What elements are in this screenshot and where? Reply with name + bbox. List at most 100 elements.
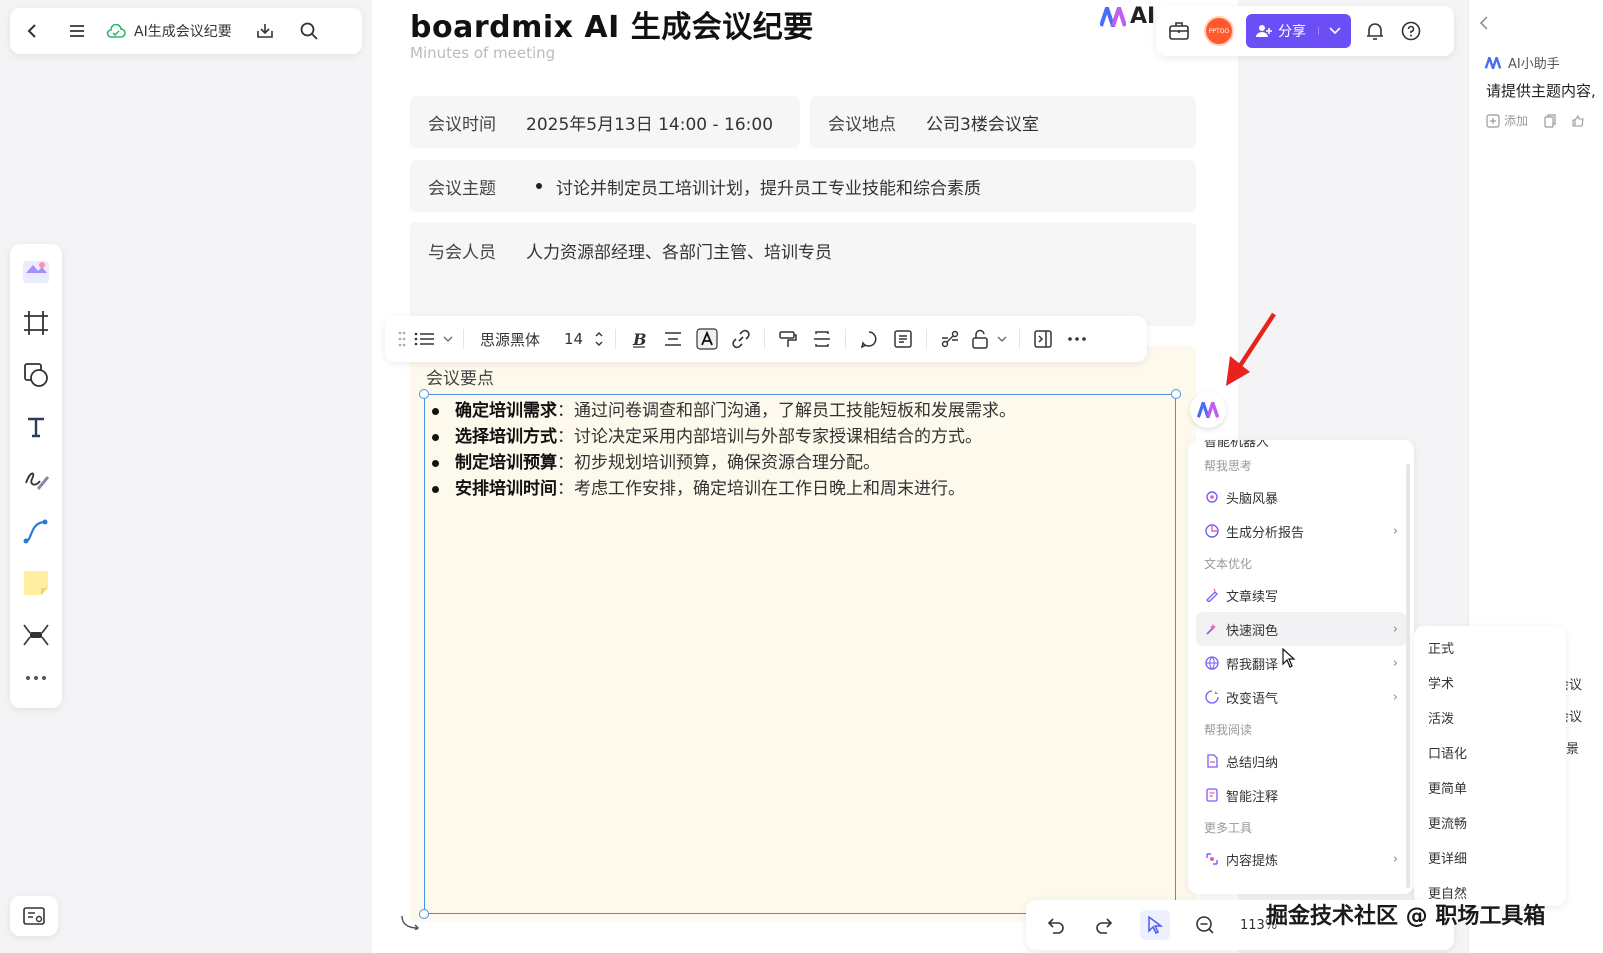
chevron-down-icon[interactable] (1318, 27, 1341, 35)
select-tool-icon[interactable] (1140, 910, 1170, 940)
menu-item-polish[interactable]: 快速润色 › (1196, 612, 1406, 646)
menu-scrollbar[interactable] (1406, 464, 1410, 888)
minimap-button[interactable] (10, 896, 58, 936)
menu-item-continue[interactable]: 文章续写 (1196, 578, 1406, 612)
shape-icon[interactable] (17, 356, 55, 394)
menu-item-label: 快速润色 (1226, 623, 1279, 639)
divider (926, 329, 928, 349)
submenu-item-formal[interactable]: 正式 (1414, 630, 1566, 665)
drag-handle-icon[interactable] (393, 322, 411, 356)
share-button[interactable]: 分享 (1246, 14, 1351, 48)
comment-icon[interactable] (852, 322, 886, 356)
menu-group-more: 更多工具 (1204, 820, 1253, 835)
divider (615, 329, 617, 349)
menu-item-annotate[interactable]: 智能注释 (1196, 778, 1406, 812)
redo-icon[interactable] (1090, 910, 1120, 940)
item-heading: 安排培训时间 (455, 479, 557, 499)
bell-icon[interactable] (1363, 19, 1387, 43)
suggestion-chip[interactable]: 景 (1566, 738, 1579, 757)
submenu-item-colloquial[interactable]: 口语化 (1414, 735, 1566, 770)
submenu-item-academic[interactable]: 学术 (1414, 665, 1566, 700)
menu-item-analysis[interactable]: 生成分析报告 › (1196, 514, 1406, 548)
meeting-time-field[interactable]: 会议时间 2025年5月13日 14:00 - 16:00 (410, 96, 800, 148)
pen-icon[interactable] (17, 460, 55, 498)
meeting-place-field[interactable]: 会议地点 公司3楼会议室 (810, 96, 1196, 148)
attendees-field[interactable]: 与会人员 人力资源部经理、各部门主管、培训专员 (410, 222, 1196, 326)
submenu-item-detailed[interactable]: 更详细 (1414, 840, 1566, 875)
chevron-left-icon[interactable] (1478, 16, 1490, 30)
note-icon[interactable] (886, 322, 920, 356)
connect-icon[interactable] (933, 322, 967, 356)
menu-icon[interactable] (62, 16, 92, 46)
download-icon[interactable] (250, 16, 280, 46)
ai-action-menu: 智能机器人 帮我思考 头脑风暴 生成分析报告 › 文本优化 文章续写 快速润色 … (1188, 440, 1414, 894)
like-icon[interactable] (1572, 114, 1584, 127)
bullet (432, 459, 439, 467)
bullet (536, 183, 542, 189)
item-sep: ： (557, 427, 574, 447)
watermark: 掘金技术社区 @ 职场工具箱 (1266, 904, 1546, 929)
strikethrough-icon[interactable] (805, 322, 839, 356)
tone-icon (1204, 689, 1220, 705)
menu-item-brainstorm[interactable]: 头脑风暴 (1196, 480, 1406, 514)
ai-float-button[interactable] (1190, 392, 1226, 428)
lock-icon[interactable] (967, 322, 1013, 356)
rotate-icon[interactable] (400, 914, 420, 930)
text-tool-icon[interactable] (17, 408, 55, 446)
left-toolbar (10, 244, 62, 708)
format-painter-icon[interactable] (771, 322, 805, 356)
assistant-name: AI小助手 (1508, 57, 1560, 72)
pen-icon (1204, 587, 1220, 603)
menu-group-text: 文本优化 (1204, 556, 1253, 571)
page-title: boardmix AI 生成会议纪要 (410, 10, 814, 45)
selection-handle[interactable] (419, 389, 429, 399)
svg-text:B: B (632, 330, 646, 348)
field-label: 与会人员 (428, 243, 496, 263)
menu-item-robot[interactable]: 智能机器人 (1196, 440, 1406, 450)
font-family-select[interactable]: 思源黑体 (470, 329, 550, 350)
more-icon[interactable] (17, 668, 55, 688)
submenu-item-smoother[interactable]: 更流畅 (1414, 805, 1566, 840)
selection-handle[interactable] (419, 909, 429, 919)
menu-item-translate[interactable]: 帮我翻译 › (1196, 646, 1406, 680)
meeting-topic-field[interactable]: 会议主题 讨论并制定员工培训计划，提升员工专业技能和综合素质 (410, 160, 1196, 212)
divider (1019, 329, 1021, 349)
mindmap-icon[interactable] (17, 616, 55, 654)
bullet (432, 433, 439, 441)
collapse-panel-icon[interactable] (1026, 322, 1060, 356)
list-format-icon[interactable] (411, 322, 457, 356)
add-action[interactable]: 添加 (1486, 112, 1528, 129)
search-icon[interactable] (294, 16, 324, 46)
frame-icon[interactable] (17, 304, 55, 342)
item-sep: ： (557, 453, 574, 473)
back-icon[interactable] (18, 16, 48, 46)
size-stepper-icon[interactable] (589, 322, 609, 356)
sticky-note-icon[interactable] (17, 564, 55, 602)
submenu-item-simpler[interactable]: 更简单 (1414, 770, 1566, 805)
font-size-input[interactable]: 14 (550, 330, 589, 348)
link-icon[interactable] (724, 322, 758, 356)
item-text: 考虑工作安排，确定培训在工作日晚上和周末进行。 (574, 479, 965, 499)
bold-icon[interactable]: B (622, 322, 656, 356)
more-options-icon[interactable] (1060, 322, 1094, 356)
key-points-list[interactable]: 确定培训需求：通过问卷调查和部门沟通，了解员工技能短板和发展需求。 选择培训方式… (432, 398, 1016, 502)
menu-item-tone[interactable]: 改变语气 › (1196, 680, 1406, 714)
zoom-out-icon[interactable] (1190, 910, 1220, 940)
menu-item-summarize[interactable]: 总结归纳 (1196, 744, 1406, 778)
divider (845, 329, 847, 349)
help-icon[interactable] (1399, 19, 1423, 43)
align-icon[interactable] (656, 322, 690, 356)
avatar[interactable]: PPTOO (1204, 16, 1234, 46)
text-color-icon[interactable] (690, 322, 724, 356)
submenu-item-lively[interactable]: 活泼 (1414, 700, 1566, 735)
template-icon[interactable] (17, 252, 55, 290)
undo-icon[interactable] (1040, 910, 1070, 940)
menu-item-extract[interactable]: 内容提炼 › (1196, 842, 1406, 876)
selection-handle[interactable] (1171, 389, 1181, 399)
field-label: 会议地点 (828, 114, 896, 135)
doc-title-area[interactable]: AI生成会议纪要 (106, 21, 232, 41)
toolbox-icon[interactable] (1166, 18, 1192, 44)
menu-item-label: 生成分析报告 (1226, 525, 1305, 541)
copy-icon[interactable] (1544, 113, 1556, 128)
connector-icon[interactable] (17, 512, 55, 550)
